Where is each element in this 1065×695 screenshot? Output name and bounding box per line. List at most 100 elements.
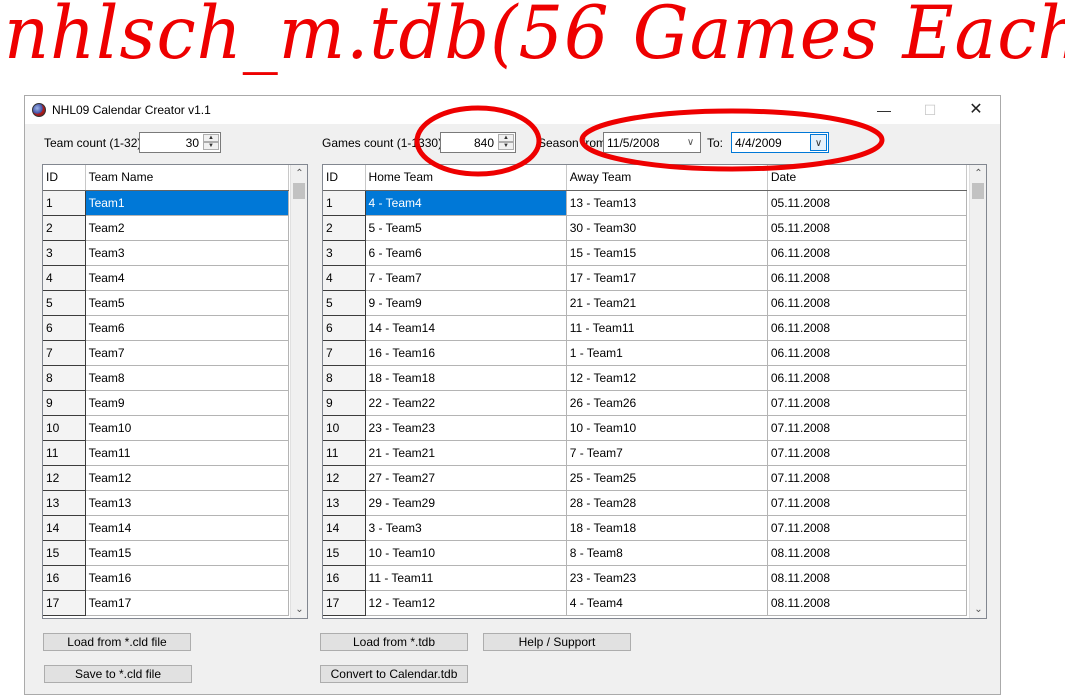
title-bar[interactable]: NHL09 Calendar Creator v1.1 — ☐ ✕: [25, 96, 1000, 124]
date-cell[interactable]: 05.11.2008: [767, 190, 968, 216]
table-row[interactable]: 6 14 - Team14 11 - Team11 06.11.2008: [323, 315, 968, 341]
row-id-cell[interactable]: 1: [323, 190, 366, 216]
help-button[interactable]: Help / Support: [483, 633, 631, 651]
team-name-cell[interactable]: Team1: [85, 190, 290, 216]
row-id-cell[interactable]: 2: [43, 215, 86, 241]
home-team-cell[interactable]: 29 - Team29: [365, 490, 567, 516]
row-id-cell[interactable]: 15: [43, 540, 86, 566]
row-id-cell[interactable]: 15: [323, 540, 366, 566]
table-row[interactable]: 14 - Team4 13 - Team13 05.11.2008: [323, 190, 968, 216]
table-row[interactable]: 11 Team11: [43, 440, 290, 466]
games-scrollbar[interactable]: ⌃ ⌄: [969, 165, 986, 618]
games-col-home[interactable]: Home Team: [365, 165, 567, 191]
games-col-id[interactable]: ID: [323, 165, 366, 191]
home-team-cell[interactable]: 10 - Team10: [365, 540, 567, 566]
home-team-cell[interactable]: 7 - Team7: [365, 265, 567, 291]
spin-down-icon[interactable]: ▼: [498, 142, 514, 150]
row-id-cell[interactable]: 7: [323, 340, 366, 366]
convert-button[interactable]: Convert to Calendar.tdb: [320, 665, 468, 683]
row-id-cell[interactable]: 16: [323, 565, 366, 591]
row-id-cell[interactable]: 17: [43, 590, 86, 616]
team-name-cell[interactable]: Team17: [85, 590, 290, 616]
chevron-down-icon[interactable]: ∨: [682, 134, 699, 151]
row-id-cell[interactable]: 5: [323, 290, 366, 316]
row-id-cell[interactable]: 9: [323, 390, 366, 416]
row-id-cell[interactable]: 3: [323, 240, 366, 266]
date-cell[interactable]: 08.11.2008: [767, 590, 968, 616]
table-row[interactable]: 13 Team13: [43, 490, 290, 516]
scroll-down-icon[interactable]: ⌄: [291, 601, 307, 618]
table-row[interactable]: 6 Team6: [43, 315, 290, 341]
table-row[interactable]: 14 3 - Team3 18 - Team18 07.11.2008: [323, 515, 968, 541]
scroll-thumb[interactable]: [293, 183, 305, 199]
table-row[interactable]: 16 11 - Team11 23 - Team23 08.11.2008: [323, 565, 968, 591]
scroll-down-icon[interactable]: ⌄: [970, 601, 986, 618]
away-team-cell[interactable]: 4 - Team4: [566, 590, 768, 616]
date-cell[interactable]: 07.11.2008: [767, 390, 968, 416]
home-team-cell[interactable]: 16 - Team16: [365, 340, 567, 366]
away-team-cell[interactable]: 11 - Team11: [566, 315, 768, 341]
table-row[interactable]: 10 23 - Team23 10 - Team10 07.11.2008: [323, 415, 968, 441]
home-team-cell[interactable]: 27 - Team27: [365, 465, 567, 491]
table-row[interactable]: 17 Team17: [43, 590, 290, 616]
home-team-cell[interactable]: 12 - Team12: [365, 590, 567, 616]
team-name-cell[interactable]: Team8: [85, 365, 290, 391]
table-row[interactable]: 8 Team8: [43, 365, 290, 391]
row-id-cell[interactable]: 17: [323, 590, 366, 616]
games-col-away[interactable]: Away Team: [566, 165, 768, 191]
teams-grid[interactable]: ID Team Name 1 Team1 2 Team2 3 Team3 4 Team4 5 Te…: [42, 164, 308, 619]
row-id-cell[interactable]: 8: [43, 365, 86, 391]
row-id-cell[interactable]: 11: [43, 440, 86, 466]
table-row[interactable]: 3 Team3: [43, 240, 290, 266]
date-cell[interactable]: 06.11.2008: [767, 240, 968, 266]
row-id-cell[interactable]: 12: [43, 465, 86, 491]
close-icon[interactable]: ✕: [953, 96, 999, 124]
away-team-cell[interactable]: 1 - Team1: [566, 340, 768, 366]
away-team-cell[interactable]: 12 - Team12: [566, 365, 768, 391]
row-id-cell[interactable]: 4: [43, 265, 86, 291]
table-row[interactable]: 36 - Team6 15 - Team15 06.11.2008: [323, 240, 968, 266]
team-name-cell[interactable]: Team2: [85, 215, 290, 241]
away-team-cell[interactable]: 15 - Team15: [566, 240, 768, 266]
team-name-cell[interactable]: Team9: [85, 390, 290, 416]
games-grid[interactable]: ID Home Team Away Team Date 14 - Team4 13…: [322, 164, 987, 619]
away-team-cell[interactable]: 21 - Team21: [566, 290, 768, 316]
table-row[interactable]: 9 Team9: [43, 390, 290, 416]
row-id-cell[interactable]: 14: [323, 515, 366, 541]
home-team-cell[interactable]: 11 - Team11: [365, 565, 567, 591]
spin-up-icon[interactable]: ▲: [498, 134, 514, 142]
row-id-cell[interactable]: 7: [43, 340, 86, 366]
date-cell[interactable]: 07.11.2008: [767, 490, 968, 516]
row-id-cell[interactable]: 16: [43, 565, 86, 591]
team-count-stepper[interactable]: 30 ▲ ▼: [139, 132, 221, 153]
scroll-up-icon[interactable]: ⌃: [291, 165, 307, 182]
date-cell[interactable]: 07.11.2008: [767, 465, 968, 491]
table-row[interactable]: 12 Team12: [43, 465, 290, 491]
row-id-cell[interactable]: 2: [323, 215, 366, 241]
team-name-cell[interactable]: Team11: [85, 440, 290, 466]
table-row[interactable]: 11 21 - Team21 7 - Team7 07.11.2008: [323, 440, 968, 466]
table-row[interactable]: 47 - Team7 17 - Team17 06.11.2008: [323, 265, 968, 291]
date-cell[interactable]: 06.11.2008: [767, 265, 968, 291]
table-row[interactable]: 8 18 - Team18 12 - Team12 06.11.2008: [323, 365, 968, 391]
home-team-cell[interactable]: 14 - Team14: [365, 315, 567, 341]
chevron-down-icon[interactable]: ∨: [810, 134, 827, 151]
spin-up-icon[interactable]: ▲: [203, 134, 219, 142]
load-cld-button[interactable]: Load from *.cld file: [43, 633, 191, 651]
home-team-cell[interactable]: 9 - Team9: [365, 290, 567, 316]
team-name-cell[interactable]: Team16: [85, 565, 290, 591]
table-row[interactable]: 7 16 - Team16 1 - Team1 06.11.2008: [323, 340, 968, 366]
home-team-cell[interactable]: 6 - Team6: [365, 240, 567, 266]
table-row[interactable]: 25 - Team5 30 - Team30 05.11.2008: [323, 215, 968, 241]
home-team-cell[interactable]: 23 - Team23: [365, 415, 567, 441]
table-row[interactable]: 13 29 - Team29 28 - Team28 07.11.2008: [323, 490, 968, 516]
away-team-cell[interactable]: 7 - Team7: [566, 440, 768, 466]
row-id-cell[interactable]: 5: [43, 290, 86, 316]
row-id-cell[interactable]: 13: [323, 490, 366, 516]
scroll-up-icon[interactable]: ⌃: [970, 165, 986, 182]
team-name-cell[interactable]: Team7: [85, 340, 290, 366]
team-name-cell[interactable]: Team3: [85, 240, 290, 266]
away-team-cell[interactable]: 28 - Team28: [566, 490, 768, 516]
load-tdb-button[interactable]: Load from *.tdb: [320, 633, 468, 651]
away-team-cell[interactable]: 18 - Team18: [566, 515, 768, 541]
